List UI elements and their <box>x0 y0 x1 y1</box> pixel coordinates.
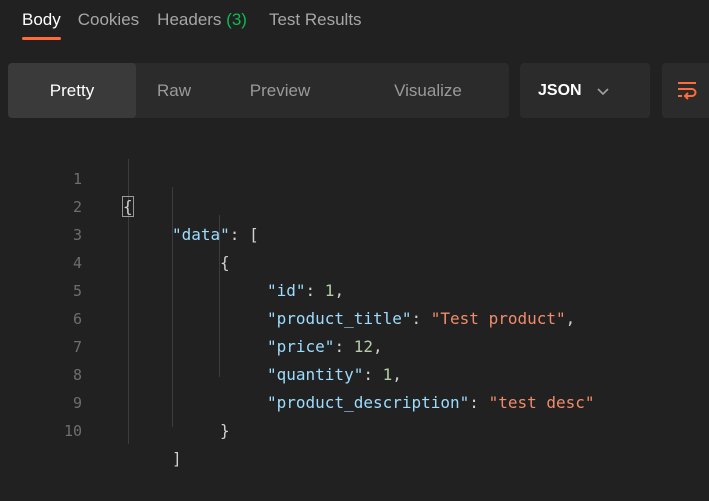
view-raw-button[interactable]: Raw <box>136 63 212 118</box>
view-visualize-button[interactable]: Visualize <box>348 63 508 118</box>
tab-body[interactable]: Body <box>22 10 61 50</box>
code-text: ] <box>172 445 182 473</box>
code-line: 9 } <box>0 361 709 440</box>
response-tabs: Body Cookies Headers (3) Test Results <box>0 0 709 56</box>
json-brace: } <box>220 421 230 440</box>
view-pretty-button[interactable]: Pretty <box>8 63 136 118</box>
code-line: 7 "quantity": 1, <box>0 305 709 384</box>
line-number: 10 <box>63 422 82 440</box>
response-body-editor[interactable]: 1 { 2 "data": [ 3 { 4 "id": 1, 5 "produc… <box>0 137 709 468</box>
response-toolbar: Pretty Raw Preview Visualize JSON <box>8 63 709 118</box>
tab-body-label: Body <box>22 10 61 29</box>
code-line: 5 "product_title": "Test product", <box>0 249 709 328</box>
tab-cookies[interactable]: Cookies <box>78 10 139 50</box>
tab-test-results-label: Test Results <box>268 10 362 29</box>
code-line: 4 "id": 1, <box>0 221 709 300</box>
code-line: 10 ] <box>0 389 709 468</box>
headers-count-badge: (3) <box>226 10 247 29</box>
json-bracket: ] <box>172 449 182 468</box>
code-line: 6 "price": 12, <box>0 277 709 356</box>
wrap-lines-button[interactable] <box>662 63 709 118</box>
tab-test-results[interactable]: Test Results <box>269 10 362 50</box>
chevron-down-icon <box>597 87 609 95</box>
tab-headers[interactable]: Headers (3) <box>157 10 247 50</box>
code-line: 3 { <box>0 193 709 272</box>
code-line: 8 "product_description": "test desc" <box>0 333 709 412</box>
code-line: 2 "data": [ <box>0 165 709 244</box>
format-select-value: JSON <box>538 81 582 99</box>
tab-cookies-label: Cookies <box>77 10 140 29</box>
wrap-lines-icon <box>678 82 697 100</box>
code-line: 1 { <box>0 137 709 217</box>
format-select[interactable]: JSON <box>520 63 650 118</box>
view-preview-button[interactable]: Preview <box>212 63 348 118</box>
tab-headers-label: Headers <box>157 10 222 29</box>
code-text: } <box>220 417 230 445</box>
view-mode-group: Pretty Raw Preview Visualize <box>8 63 509 118</box>
